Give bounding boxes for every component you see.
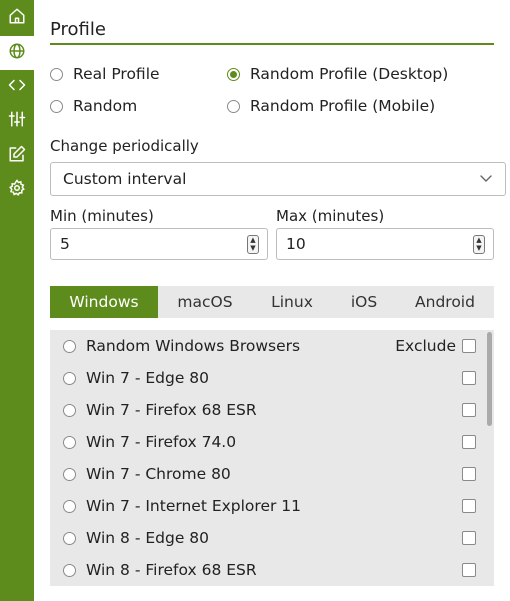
sidebar-item-whitelist[interactable] — [0, 139, 34, 173]
tab-macos[interactable]: macOS — [158, 286, 252, 318]
radio-random-desktop[interactable]: Random Profile (Desktop) — [227, 65, 448, 83]
exclude-checkbox[interactable] — [462, 371, 476, 385]
sidebar — [0, 0, 34, 601]
tab-android[interactable]: Android — [396, 286, 494, 318]
browser-label: Win 7 - Internet Explorer 11 — [86, 497, 302, 515]
min-input-value: 5 — [60, 235, 70, 253]
exclude-label: Exclude — [395, 337, 456, 355]
max-stepper[interactable]: ▲ ▼ — [473, 235, 485, 254]
title-divider — [50, 43, 494, 45]
scrollbar[interactable] — [487, 332, 492, 426]
chevron-up-icon[interactable]: ▲ — [474, 236, 484, 244]
min-stepper[interactable]: ▲ ▼ — [247, 235, 259, 254]
browser-label: Win 8 - Edge 80 — [86, 529, 210, 547]
radio-circle[interactable] — [227, 99, 240, 113]
list-item[interactable]: Win 7 - Chrome 80 — [50, 458, 486, 490]
radio-circle[interactable] — [63, 499, 76, 513]
interval-select[interactable]: Custom interval — [50, 162, 506, 196]
browser-label: Win 7 - Chrome 80 — [86, 465, 231, 483]
radio-random[interactable]: Random — [50, 97, 137, 115]
browser-label: Win 7 - Firefox 74.0 — [86, 433, 237, 451]
radio-label: Random Profile (Desktop) — [250, 65, 449, 83]
tab-windows[interactable]: Windows — [50, 286, 158, 318]
radio-circle[interactable] — [63, 467, 76, 481]
list-item[interactable]: Win 7 - Internet Explorer 11 — [50, 490, 486, 522]
main-panel: Profile Real Profile Random Profile (Des… — [34, 0, 510, 601]
max-input[interactable]: 10 ▲ ▼ — [276, 228, 494, 260]
code-icon — [8, 76, 26, 98]
exclude-checkbox[interactable] — [462, 563, 476, 577]
radio-circle[interactable] — [227, 67, 240, 81]
chevron-down-icon[interactable]: ▼ — [474, 244, 484, 252]
platform-tabs: Windows macOS Linux iOS Android — [50, 286, 494, 318]
edit-icon — [8, 145, 26, 167]
min-input[interactable]: 5 ▲ ▼ — [50, 228, 268, 260]
radio-circle[interactable] — [63, 531, 76, 545]
exclude-checkbox[interactable] — [462, 531, 476, 545]
gear-icon — [8, 179, 26, 201]
home-icon — [8, 7, 26, 29]
sidebar-item-options[interactable] — [0, 104, 34, 138]
list-item[interactable]: Win 8 - Edge 80 — [50, 522, 486, 554]
list-item[interactable]: Random Windows Browsers Exclude — [50, 330, 486, 362]
interval-select-value: Custom interval — [63, 170, 187, 188]
sliders-icon — [8, 110, 26, 132]
exclude-checkbox[interactable] — [462, 435, 476, 449]
exclude-checkbox[interactable] — [462, 499, 476, 513]
exclude-checkbox[interactable] — [462, 339, 476, 353]
tab-linux[interactable]: Linux — [252, 286, 332, 318]
radio-circle[interactable] — [63, 563, 76, 577]
interval-label: Change periodically — [50, 137, 199, 155]
max-label: Max (minutes) — [276, 207, 385, 225]
chevron-down-icon — [479, 171, 493, 185]
radio-circle[interactable] — [63, 403, 76, 417]
exclude-checkbox[interactable] — [462, 403, 476, 417]
sidebar-item-home[interactable] — [0, 1, 34, 35]
radio-circle[interactable] — [50, 67, 63, 81]
list-item[interactable]: Win 8 - Firefox 68 ESR — [50, 554, 486, 586]
sidebar-item-profile[interactable] — [0, 36, 34, 70]
browser-label: Random Windows Browsers — [86, 337, 301, 355]
browser-list: Random Windows Browsers Exclude Win 7 - … — [50, 330, 494, 586]
list-item[interactable]: Win 7 - Firefox 68 ESR — [50, 394, 486, 426]
sidebar-item-headers[interactable] — [0, 70, 34, 104]
min-label: Min (minutes) — [50, 207, 154, 225]
chevron-up-icon[interactable]: ▲ — [248, 236, 258, 244]
list-item[interactable]: Win 7 - Edge 80 — [50, 362, 486, 394]
exclude-checkbox[interactable] — [462, 467, 476, 481]
section-title: Profile — [50, 19, 106, 40]
browser-label: Win 8 - Firefox 68 ESR — [86, 561, 257, 579]
radio-random-mobile[interactable]: Random Profile (Mobile) — [227, 97, 435, 115]
radio-real-profile[interactable]: Real Profile — [50, 65, 160, 83]
radio-circle[interactable] — [63, 339, 76, 353]
tab-ios[interactable]: iOS — [332, 286, 396, 318]
browser-label: Win 7 - Edge 80 — [86, 369, 210, 387]
list-item[interactable]: Win 7 - Firefox 74.0 — [50, 426, 486, 458]
radio-circle[interactable] — [63, 371, 76, 385]
max-input-value: 10 — [286, 235, 306, 253]
radio-label: Real Profile — [73, 65, 160, 83]
sidebar-item-settings[interactable] — [0, 173, 34, 207]
browser-label: Win 7 - Firefox 68 ESR — [86, 401, 257, 419]
chevron-down-icon[interactable]: ▼ — [248, 244, 258, 252]
radio-circle[interactable] — [50, 99, 63, 113]
radio-label: Random — [73, 97, 138, 115]
radio-label: Random Profile (Mobile) — [250, 97, 436, 115]
radio-circle[interactable] — [63, 435, 76, 449]
globe-icon — [8, 42, 26, 64]
